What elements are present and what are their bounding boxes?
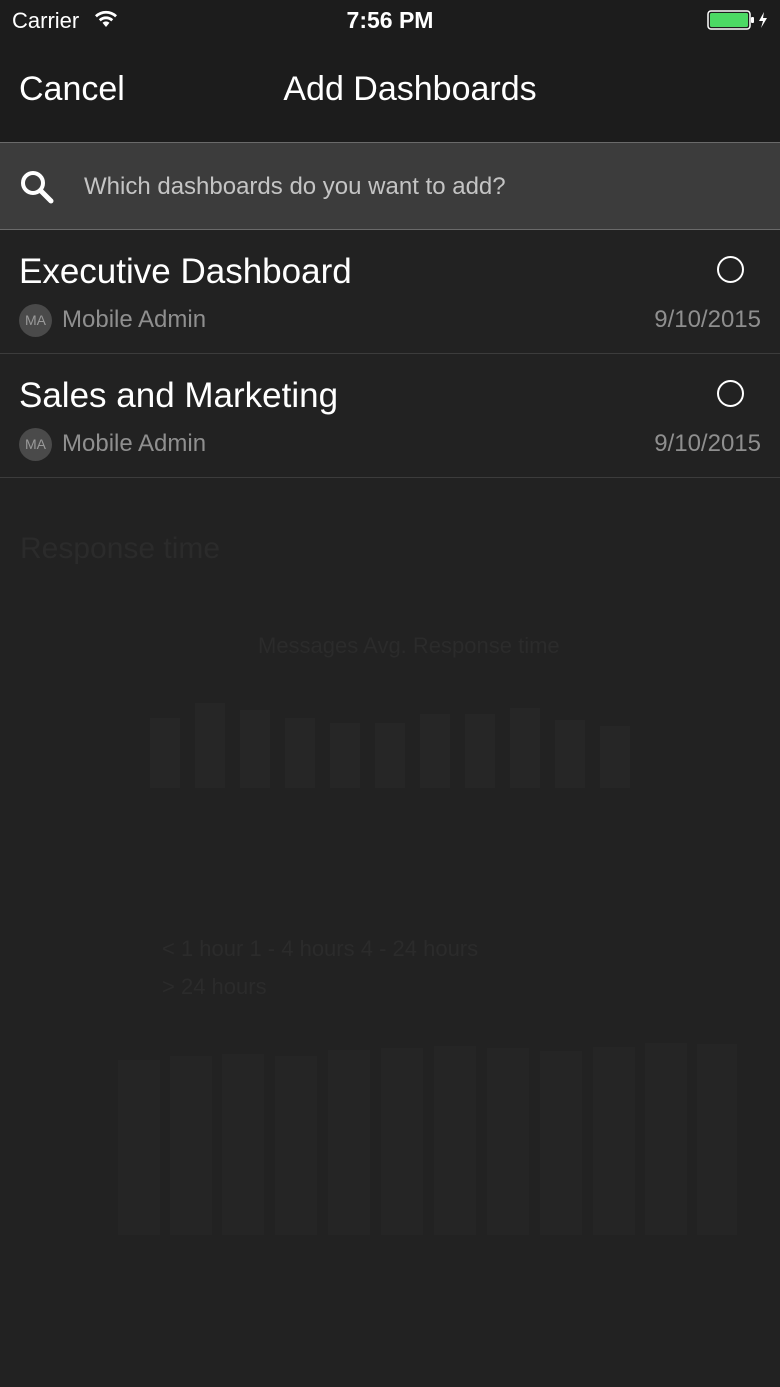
add-dashboards-screen: Carrier 7:56 PM Cancel Add Dashboards Ex… [0, 0, 780, 1387]
avatar: MA [19, 428, 52, 461]
radio-unselected-icon[interactable] [717, 380, 744, 407]
search-input[interactable] [84, 165, 754, 209]
search-icon [21, 171, 54, 204]
owner-name: Mobile Admin [62, 430, 207, 457]
page-title: Add Dashboards [283, 70, 537, 108]
battery-icon [707, 10, 767, 30]
dashboard-date: 9/10/2015 [654, 306, 761, 333]
status-bar: Carrier 7:56 PM [0, 0, 780, 40]
dashboard-title: Sales and Marketing [19, 376, 339, 415]
avatar: MA [19, 304, 52, 337]
background-chart [118, 703, 737, 1235]
search-bar [0, 142, 780, 230]
dashboard-item-executive[interactable]: Executive Dashboard MA Mobile Admin 9/10… [0, 230, 780, 354]
status-time: 7:56 PM [346, 7, 434, 33]
navigation-bar: Cancel Add Dashboards [0, 40, 780, 142]
dashboard-date: 9/10/2015 [654, 430, 761, 457]
dashboard-item-sales-marketing[interactable]: Sales and Marketing MA Mobile Admin 9/10… [0, 354, 780, 478]
owner-name: Mobile Admin [62, 306, 207, 333]
dashboard-title: Executive Dashboard [19, 252, 352, 291]
radio-unselected-icon[interactable] [717, 256, 744, 283]
dimmed-background-dashboard: Response time Messages Avg. Response tim… [0, 478, 780, 1387]
dashboard-list: Executive Dashboard MA Mobile Admin 9/10… [0, 230, 780, 478]
